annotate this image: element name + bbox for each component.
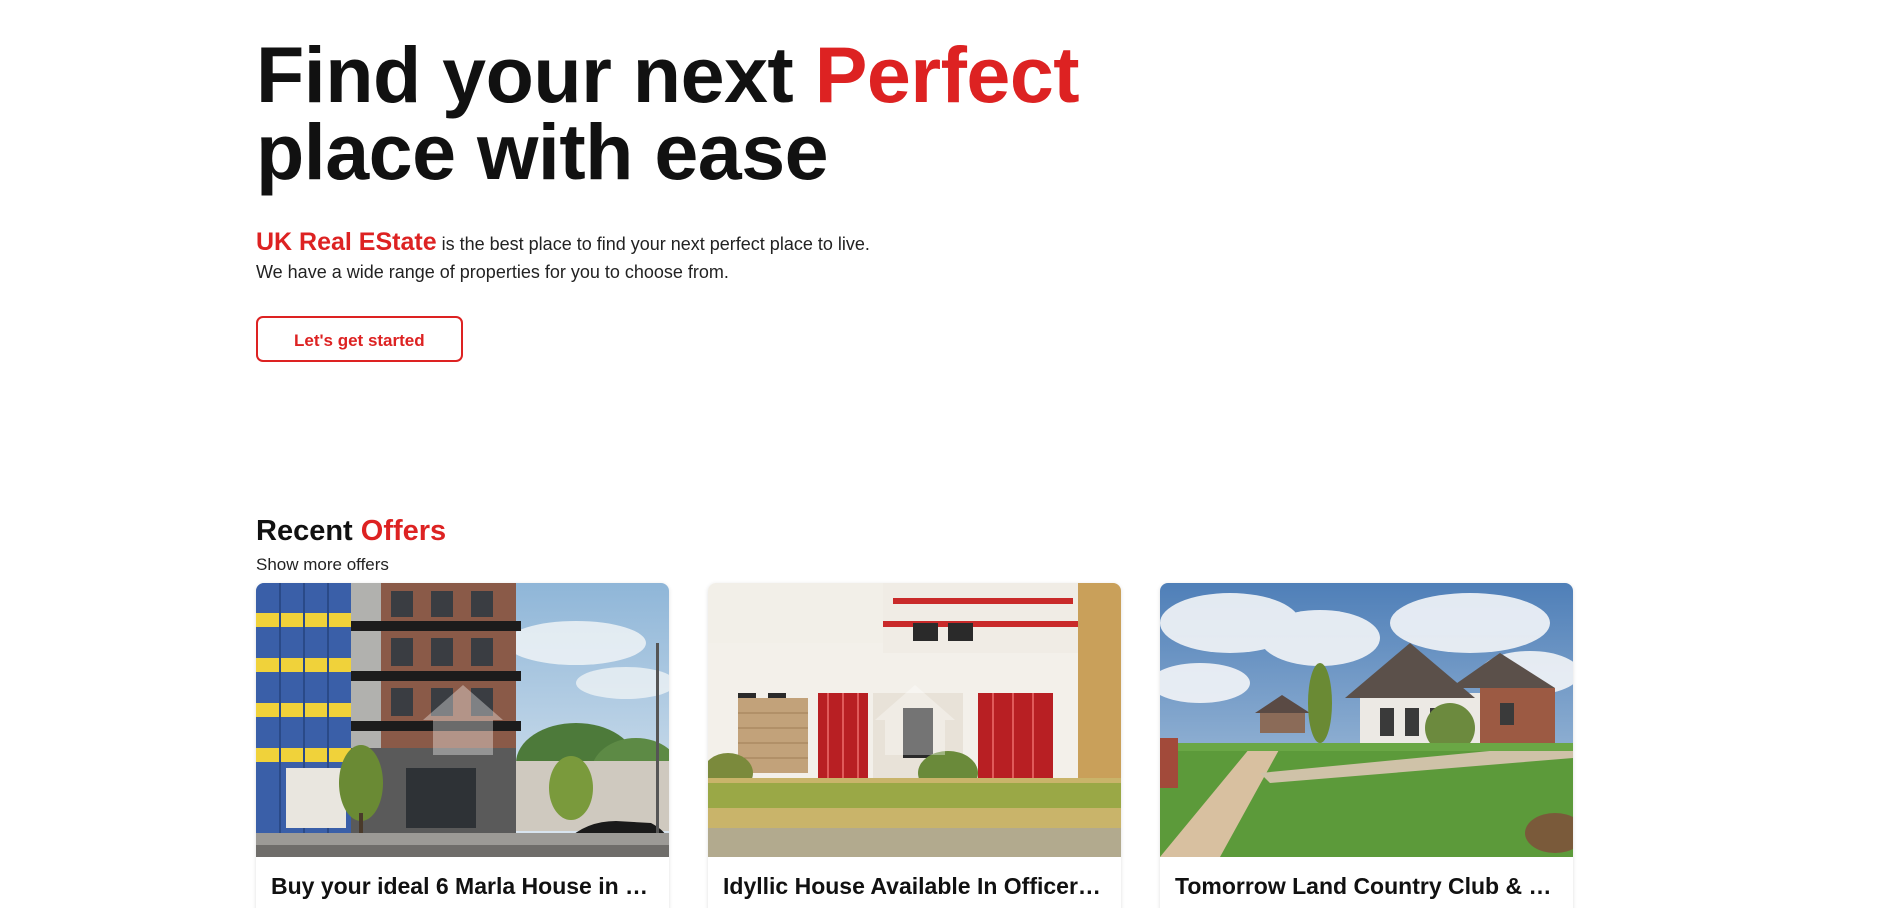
hero-title: Find your next Perfect place with ease	[256, 35, 1156, 191]
offers-list: Buy your ideal 6 Marla House in a prime …	[256, 583, 1586, 908]
get-started-button[interactable]: Let's get started	[256, 316, 463, 362]
offer-card[interactable]: Idyllic House Available In Officers Hous…	[708, 583, 1121, 908]
offers-title-accent: Offers	[360, 515, 447, 547]
offers-title: Recent Offers	[256, 512, 1586, 550]
hero-title-accent: Perfect	[814, 30, 1080, 119]
hero-title-part2: place with ease	[256, 107, 829, 196]
brand-name: UK Real EState	[256, 228, 437, 256]
offer-image-country-club[interactable]	[1160, 583, 1573, 857]
hero-desc-line2: We have a wide range of properties for y…	[256, 262, 729, 282]
page: Find your next Perfect place with ease UK…	[0, 0, 1894, 908]
offer-card[interactable]: Tomorrow Land Country Club & Resort	[1160, 583, 1573, 908]
country-house-photo	[1160, 583, 1573, 857]
offer-title[interactable]: Idyllic House Available In Officers Hous…	[723, 873, 1108, 900]
offer-title[interactable]: Tomorrow Land Country Club & Resort	[1175, 873, 1560, 900]
recent-offers-section: Recent Offers Show more offers	[256, 512, 1586, 576]
offer-title[interactable]: Buy your ideal 6 Marla House in a prime …	[271, 873, 656, 900]
hero-desc-line1: is the best place to find your next perf…	[436, 234, 870, 254]
offers-title-part1: Recent	[256, 515, 361, 547]
hero-description: UK Real EState is the best place to find…	[256, 228, 1156, 286]
hero-section: Find your next Perfect place with ease UK…	[256, 35, 1156, 362]
house-watermark-icon	[422, 685, 503, 755]
offer-image-house[interactable]	[708, 583, 1121, 857]
house-watermark-icon	[874, 685, 955, 755]
show-more-offers-link[interactable]: Show more offers	[256, 554, 1586, 576]
offer-card[interactable]: Buy your ideal 6 Marla House in a prime …	[256, 583, 669, 908]
hero-title-part1: Find your next	[256, 30, 815, 119]
offer-image-building[interactable]	[256, 583, 669, 857]
